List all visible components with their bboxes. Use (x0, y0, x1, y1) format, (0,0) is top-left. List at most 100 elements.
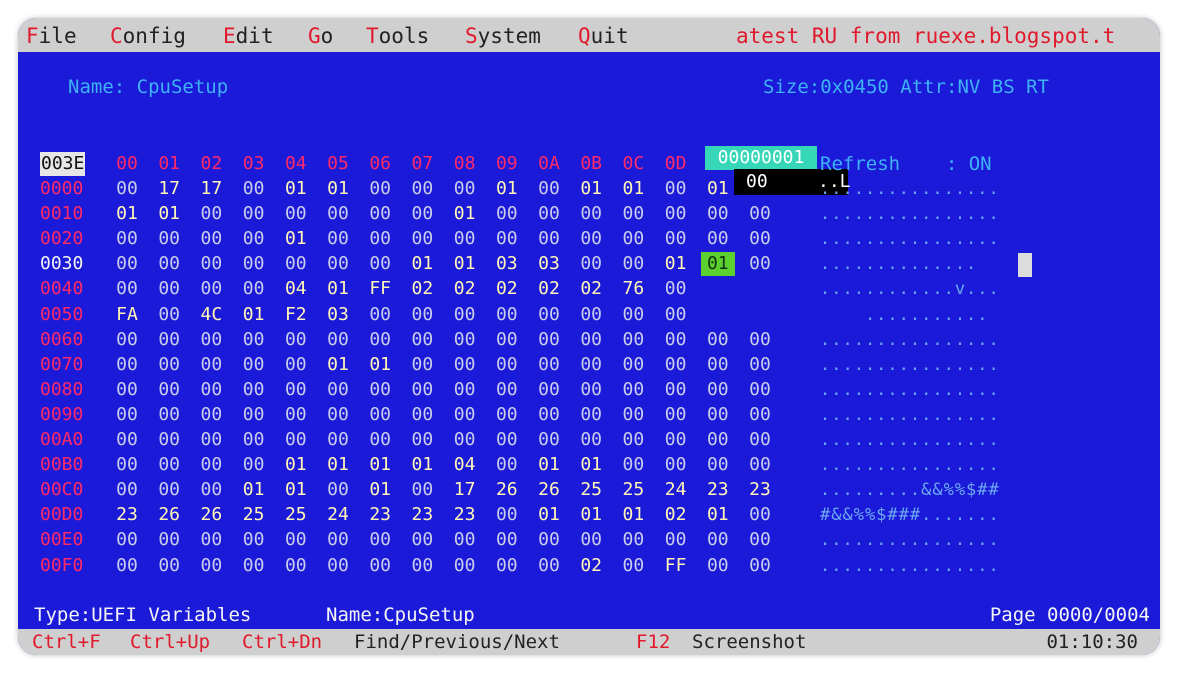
hex-byte[interactable]: 01 (110, 202, 144, 226)
hex-byte[interactable]: 00 (321, 428, 355, 452)
hex-byte[interactable]: 01 (574, 177, 608, 201)
hex-byte[interactable]: 00 (743, 227, 777, 251)
hex-byte[interactable]: 00 (405, 478, 439, 502)
hex-byte[interactable]: 24 (321, 503, 355, 527)
hex-byte[interactable]: 00 (405, 428, 439, 452)
hex-byte[interactable]: 02 (405, 277, 439, 301)
hex-byte[interactable]: 00 (152, 353, 186, 377)
hex-byte[interactable]: 26 (152, 503, 186, 527)
hex-byte[interactable]: 00 (110, 453, 144, 477)
hex-byte[interactable]: 00 (363, 328, 397, 352)
hex-byte[interactable]: 00 (321, 528, 355, 552)
hex-byte[interactable]: 00 (279, 378, 313, 402)
hex-byte[interactable]: 00 (321, 252, 355, 276)
hex-byte[interactable]: 01 (363, 453, 397, 477)
hex-byte[interactable]: 00 (448, 177, 482, 201)
menu-quit[interactable]: Quit (578, 18, 629, 54)
hex-byte[interactable]: 00 (490, 403, 524, 427)
hex-byte[interactable]: 00 (574, 428, 608, 452)
hex-byte[interactable]: 00 (152, 252, 186, 276)
hex-byte[interactable]: 01 (321, 453, 355, 477)
hex-byte[interactable]: 03 (321, 303, 355, 327)
hex-byte[interactable]: 03 (532, 252, 566, 276)
hex-byte[interactable]: 00 (532, 202, 566, 226)
hex-byte[interactable]: 00 (194, 328, 228, 352)
hex-byte[interactable]: 00 (574, 303, 608, 327)
hex-byte[interactable]: 00 (616, 303, 650, 327)
hex-byte[interactable]: 00 (194, 403, 228, 427)
hex-byte[interactable]: 00 (110, 277, 144, 301)
hex-byte[interactable]: 00 (152, 453, 186, 477)
hex-byte[interactable]: 00 (701, 428, 735, 452)
hex-byte[interactable]: 25 (237, 503, 271, 527)
hex-byte[interactable]: 00 (110, 227, 144, 251)
hex-byte[interactable]: 00 (490, 453, 524, 477)
hex-byte[interactable]: 00 (152, 328, 186, 352)
hex-byte[interactable]: 00 (659, 403, 693, 427)
hex-byte[interactable]: 01 (321, 353, 355, 377)
hex-byte[interactable]: 00 (532, 328, 566, 352)
hex-byte[interactable]: 02 (448, 277, 482, 301)
hex-byte[interactable]: 00 (279, 403, 313, 427)
hex-byte[interactable]: 00 (574, 403, 608, 427)
hex-byte[interactable]: 00 (321, 328, 355, 352)
hex-byte[interactable]: 00 (659, 303, 693, 327)
hex-byte[interactable]: 00 (279, 554, 313, 578)
hex-byte[interactable]: 00 (743, 554, 777, 578)
hex-byte[interactable]: 23 (363, 503, 397, 527)
hex-byte[interactable]: 00 (701, 528, 735, 552)
hex-byte[interactable]: 00 (490, 353, 524, 377)
hex-byte[interactable]: 00 (237, 177, 271, 201)
hex-byte[interactable]: 00 (659, 528, 693, 552)
hex-byte[interactable]: 00 (448, 403, 482, 427)
hex-byte[interactable]: 00 (743, 378, 777, 402)
hex-byte[interactable]: 00 (659, 328, 693, 352)
hex-byte[interactable]: 00 (110, 478, 144, 502)
hex-byte[interactable]: 00 (659, 378, 693, 402)
key-ctrl-dn[interactable]: Ctrl+Dn (242, 629, 322, 655)
hex-byte[interactable]: 01 (701, 503, 735, 527)
hex-byte[interactable]: 01 (616, 177, 650, 201)
hex-byte[interactable]: 00 (701, 328, 735, 352)
hex-byte[interactable]: 00 (194, 453, 228, 477)
hex-byte[interactable]: 00 (194, 528, 228, 552)
hex-byte[interactable]: 00 (321, 227, 355, 251)
hex-byte[interactable]: 02 (574, 277, 608, 301)
hex-byte[interactable]: 00 (194, 478, 228, 502)
hex-byte[interactable]: 00 (363, 303, 397, 327)
hex-byte[interactable]: 00 (194, 428, 228, 452)
hex-byte[interactable]: 00 (490, 202, 524, 226)
hex-byte[interactable]: 00 (701, 403, 735, 427)
hex-byte[interactable]: 00 (237, 227, 271, 251)
hex-byte[interactable]: 00 (152, 303, 186, 327)
hex-byte[interactable]: 00 (490, 554, 524, 578)
hex-byte[interactable]: 00 (279, 328, 313, 352)
hex-byte[interactable]: 00 (701, 453, 735, 477)
hex-byte[interactable]: 01 (405, 252, 439, 276)
hex-byte[interactable]: 00 (152, 428, 186, 452)
hex-byte[interactable]: 00 (659, 177, 693, 201)
hex-byte[interactable]: 00 (405, 353, 439, 377)
hex-byte[interactable]: 00 (110, 378, 144, 402)
hex-byte[interactable]: 00 (616, 528, 650, 552)
hex-byte[interactable]: 00 (279, 202, 313, 226)
hex-byte[interactable]: 00 (110, 353, 144, 377)
hex-byte[interactable]: 00 (405, 328, 439, 352)
hex-byte[interactable]: 17 (194, 177, 228, 201)
hex-byte[interactable]: 00 (659, 277, 693, 301)
hex-byte[interactable]: 00 (405, 177, 439, 201)
hex-byte[interactable]: 00 (237, 428, 271, 452)
hex-byte[interactable]: 00 (321, 202, 355, 226)
hex-byte[interactable]: 03 (490, 252, 524, 276)
hex-byte[interactable]: 00 (152, 277, 186, 301)
hex-byte[interactable]: 00 (532, 528, 566, 552)
hex-byte[interactable]: 01 (279, 478, 313, 502)
hex-byte[interactable]: 00 (194, 252, 228, 276)
hex-byte[interactable]: 01 (574, 453, 608, 477)
hex-byte[interactable]: 01 (405, 453, 439, 477)
hex-byte[interactable]: 25 (279, 503, 313, 527)
hex-byte[interactable]: 00 (701, 378, 735, 402)
hex-byte[interactable]: 00 (405, 528, 439, 552)
hex-byte[interactable]: 01 (152, 202, 186, 226)
hex-byte[interactable]: 00 (743, 453, 777, 477)
